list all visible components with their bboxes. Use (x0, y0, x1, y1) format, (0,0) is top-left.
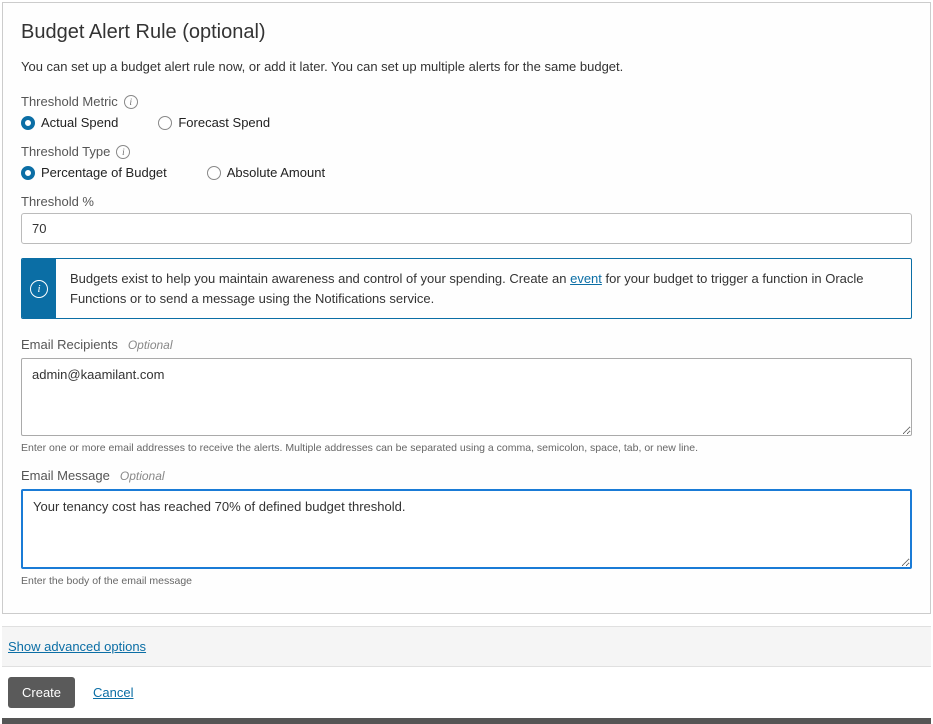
threshold-metric-label: Threshold Metric (21, 94, 118, 109)
panel-title: Budget Alert Rule (optional) (21, 21, 912, 44)
radio-label-actual: Actual Spend (41, 115, 118, 130)
threshold-metric-group: Threshold Metric i Actual Spend Forecast… (21, 94, 912, 130)
show-advanced-link[interactable]: Show advanced options (8, 639, 146, 654)
email-recipients-group: Email Recipients Optional Enter one or m… (21, 337, 912, 454)
radio-input-forecast[interactable] (158, 116, 172, 130)
radio-forecast-spend[interactable]: Forecast Spend (158, 115, 270, 130)
cancel-button[interactable]: Cancel (93, 685, 133, 700)
email-message-help: Enter the body of the email message (21, 575, 912, 587)
threshold-type-label: Threshold Type (21, 144, 110, 159)
advanced-options-row: Show advanced options (2, 626, 931, 667)
email-recipients-input[interactable] (21, 358, 912, 436)
info-banner-text: Budgets exist to help you maintain aware… (56, 259, 911, 318)
threshold-percent-label: Threshold % (21, 194, 912, 209)
event-link[interactable]: event (570, 271, 602, 286)
threshold-percent-group: Threshold % (21, 194, 912, 244)
bottom-bar (2, 718, 931, 724)
button-row: Create Cancel (2, 667, 931, 718)
optional-tag: Optional (120, 469, 165, 483)
panel-description: You can set up a budget alert rule now, … (21, 58, 912, 76)
radio-label-forecast: Forecast Spend (178, 115, 270, 130)
radio-label-percentage: Percentage of Budget (41, 165, 167, 180)
threshold-percent-input[interactable] (21, 213, 912, 244)
email-message-group: Email Message Optional Enter the body of… (21, 468, 912, 587)
radio-actual-spend[interactable]: Actual Spend (21, 115, 118, 130)
info-banner: i Budgets exist to help you maintain awa… (21, 258, 912, 319)
threshold-type-group: Threshold Type i Percentage of Budget Ab… (21, 144, 912, 180)
optional-tag: Optional (128, 338, 173, 352)
email-recipients-label: Email Recipients (21, 337, 118, 352)
email-recipients-help: Enter one or more email addresses to rec… (21, 442, 912, 454)
info-icon[interactable]: i (124, 95, 138, 109)
info-icon[interactable]: i (116, 145, 130, 159)
radio-input-absolute[interactable] (207, 166, 221, 180)
budget-alert-panel: Budget Alert Rule (optional) You can set… (2, 2, 931, 614)
radio-percentage[interactable]: Percentage of Budget (21, 165, 167, 180)
radio-input-percentage[interactable] (21, 166, 35, 180)
email-message-label: Email Message (21, 468, 110, 483)
radio-absolute[interactable]: Absolute Amount (207, 165, 325, 180)
radio-label-absolute: Absolute Amount (227, 165, 325, 180)
email-message-input[interactable] (21, 489, 912, 569)
info-banner-icon: i (22, 259, 56, 318)
radio-input-actual[interactable] (21, 116, 35, 130)
create-button[interactable]: Create (8, 677, 75, 708)
